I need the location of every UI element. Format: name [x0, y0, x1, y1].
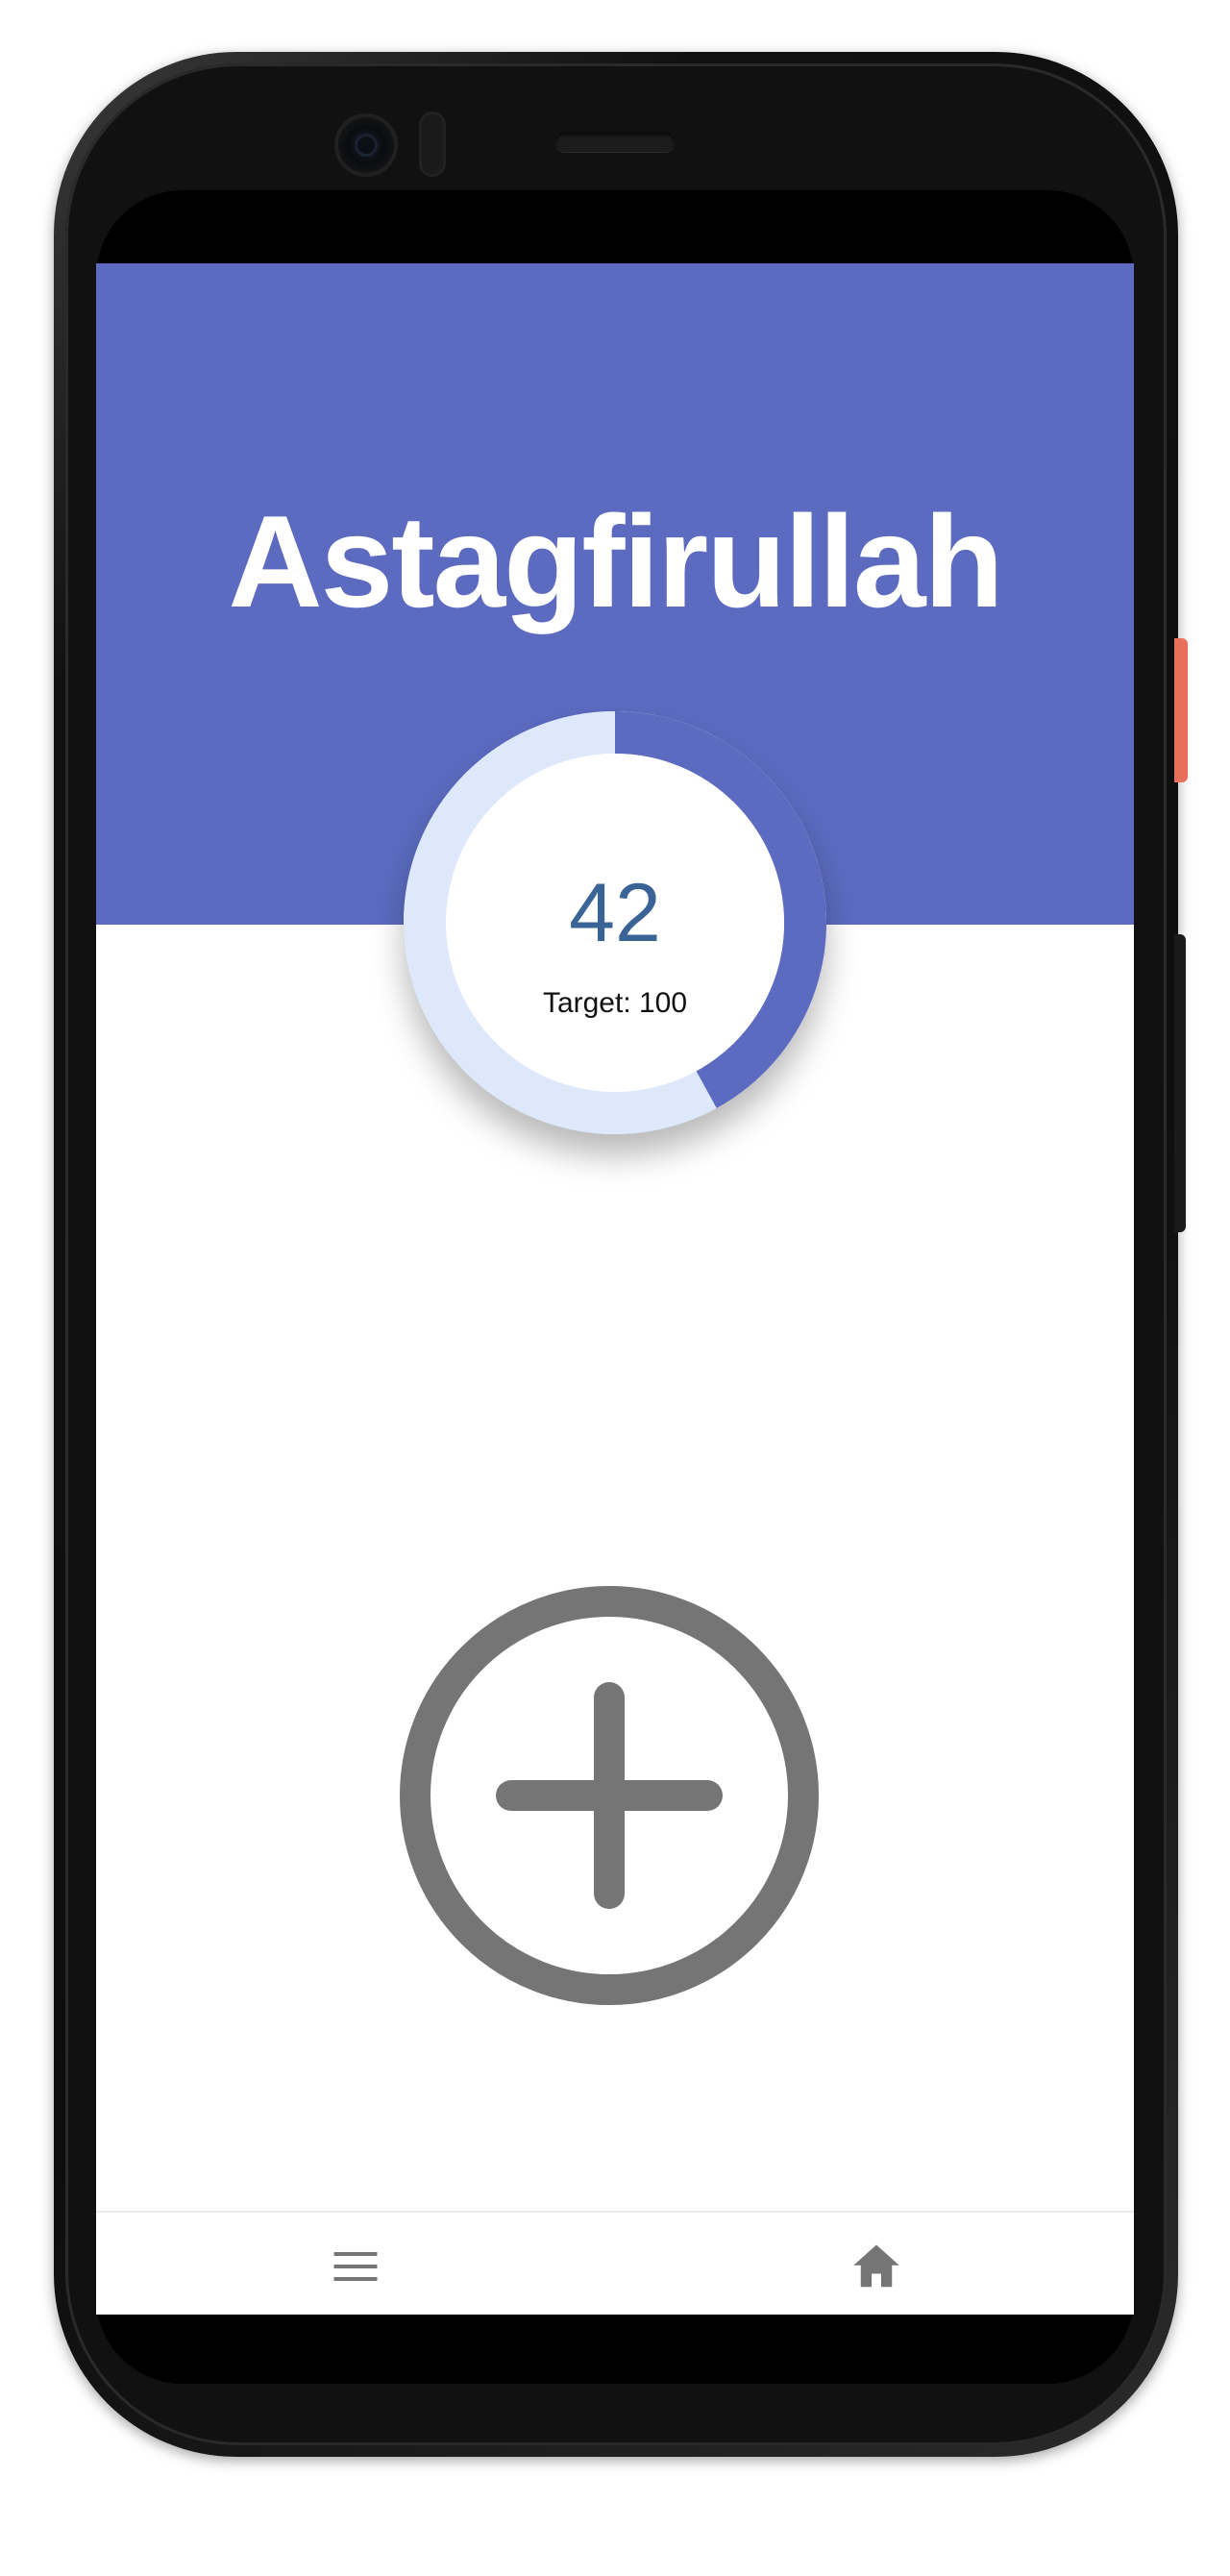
count-value: 42 [569, 867, 661, 959]
page-title: Astagfirullah [228, 488, 1003, 634]
power-button [1174, 638, 1188, 782]
plus-circle-icon [400, 1586, 819, 2005]
menu-icon [333, 2252, 378, 2281]
app-screen: Astagfirullah 42 Target: 100 [96, 263, 1134, 2315]
front-camera-icon [334, 113, 398, 177]
bottom-navigation [96, 2211, 1134, 2315]
volume-button [1174, 934, 1186, 1232]
home-icon [853, 2244, 899, 2288]
increment-button[interactable] [398, 1584, 821, 2007]
progress-ring: 42 Target: 100 [404, 711, 826, 1134]
nav-menu-button[interactable] [317, 2228, 394, 2305]
earpiece-speaker [555, 133, 675, 152]
device-stage: Astagfirullah 42 Target: 100 [0, 0, 1230, 2576]
target-label: Target: 100 [542, 987, 688, 1019]
proximity-sensor [419, 111, 446, 177]
nav-home-button[interactable] [838, 2228, 915, 2305]
